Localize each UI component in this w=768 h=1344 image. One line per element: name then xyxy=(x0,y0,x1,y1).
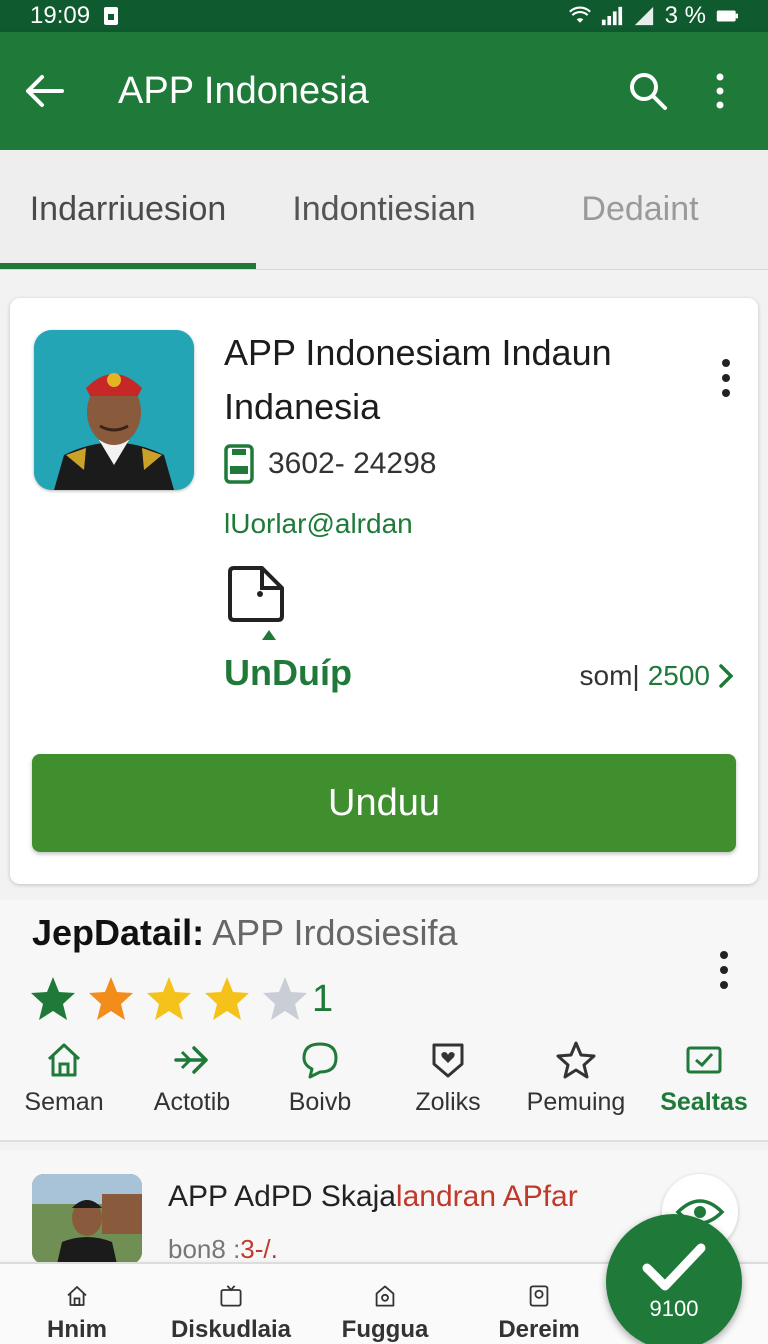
tv-icon xyxy=(220,1285,242,1307)
sim-card-icon xyxy=(224,444,254,484)
arrow-left-icon xyxy=(26,75,64,107)
home-icon xyxy=(67,1286,87,1306)
caret-up-icon xyxy=(262,630,276,640)
status-time: 19:09 xyxy=(30,2,91,29)
nav-tv[interactable]: Diskudlaia xyxy=(154,1264,308,1344)
chat-icon xyxy=(302,1042,338,1079)
star-outline-icon xyxy=(556,1041,596,1079)
phone-number: 3602- 24298 xyxy=(268,447,437,480)
tab-1[interactable]: Indarriuesion xyxy=(0,150,256,269)
action-boivb[interactable]: Boivb xyxy=(256,1040,384,1117)
list-item-title: APP AdPD Skajalandran APfar xyxy=(168,1180,578,1214)
fab-label: 9100 xyxy=(649,1296,699,1321)
heart-shield-icon xyxy=(432,1043,464,1078)
detail-more-button[interactable] xyxy=(704,946,744,994)
detail-header: JepDatail: APP Irdosiesifa xyxy=(32,912,458,954)
list-item-title-part1: APP AdPD Skaja xyxy=(168,1180,396,1213)
action-pemuing[interactable]: Pemuing xyxy=(512,1040,640,1117)
app-avatar xyxy=(34,330,194,490)
action-label: Seman xyxy=(24,1088,104,1116)
size-row[interactable]: som| 2500 xyxy=(580,660,734,692)
action-label: Pemuing xyxy=(526,1088,626,1116)
arrow-right-icon xyxy=(174,1046,208,1074)
action-row: Seman Actotib Boivb Zoliks Pemuing Sealt… xyxy=(0,1040,768,1117)
phone-row: 3602- 24298 xyxy=(224,444,437,484)
more-vert-icon xyxy=(720,951,728,989)
nav-location[interactable]: Fuggua xyxy=(308,1264,462,1344)
star-empty-icon xyxy=(263,977,307,1020)
signal-icon xyxy=(601,5,623,27)
location-icon xyxy=(375,1285,395,1307)
more-vert-icon xyxy=(722,359,730,397)
rating-stars: 1 xyxy=(28,974,333,1024)
more-vert-icon xyxy=(716,73,724,109)
back-button[interactable] xyxy=(24,71,64,111)
download-button[interactable]: Unduu xyxy=(32,754,736,852)
nav-label: Dereim xyxy=(498,1316,580,1343)
app-title: APP Indonesia xyxy=(118,69,369,112)
card-more-button[interactable] xyxy=(706,354,746,402)
document-icon xyxy=(228,566,284,622)
nav-home[interactable]: Hnim xyxy=(0,1264,154,1344)
star-icon xyxy=(89,977,133,1020)
fab-check-button[interactable]: 9100 xyxy=(606,1214,742,1344)
action-sealtas[interactable]: Sealtas xyxy=(640,1040,768,1117)
nav-label: Hnim xyxy=(47,1316,107,1343)
mail-icon xyxy=(686,1046,722,1074)
detail-label: JepDatail: xyxy=(32,912,205,953)
battery-percent: 3 % xyxy=(664,2,706,29)
action-label: Actotib xyxy=(153,1088,231,1116)
star-icon xyxy=(31,977,75,1020)
action-label: Boivb xyxy=(288,1088,352,1116)
nav-label: Diskudlaia xyxy=(170,1316,292,1343)
home-icon xyxy=(47,1043,81,1077)
battery-icon xyxy=(716,5,738,27)
list-item-meta-part1: bon8 : xyxy=(168,1234,241,1264)
app-card: APP Indonesiam Indaun Indanesia 3602- 24… xyxy=(10,298,758,884)
nav-bookmark[interactable]: Dereim xyxy=(462,1264,616,1344)
list-item-meta-part2: 3-/. xyxy=(240,1234,278,1264)
nav-label: Fuggua xyxy=(341,1316,429,1343)
bookmark-icon xyxy=(529,1285,549,1307)
app-name: APP Indonesiam Indaun Indanesia xyxy=(224,332,612,427)
list-item-title-part2: landran APfar xyxy=(395,1180,578,1213)
star-icon xyxy=(147,977,191,1020)
star-icon xyxy=(205,977,249,1020)
notification-icon xyxy=(100,5,122,27)
action-actotib[interactable]: Actotib xyxy=(128,1040,256,1117)
search-icon xyxy=(630,73,667,110)
search-button[interactable] xyxy=(624,67,672,115)
wifi-icon xyxy=(568,5,591,27)
tab-3[interactable]: Dedaint xyxy=(512,150,768,269)
tab-bar: Indarriuesion Indontiesian Dedaint xyxy=(0,150,768,270)
action-label: Zoliks xyxy=(415,1088,481,1116)
size-value: 2500 xyxy=(647,660,710,691)
tab-2[interactable]: Indontiesian xyxy=(256,150,512,269)
status-bar: 19:09 3 % xyxy=(0,0,768,32)
email-link[interactable]: lUorlar@alrdan xyxy=(224,508,413,540)
rating-count: 1 xyxy=(312,977,334,1020)
list-item-meta: bon8 :3-/. xyxy=(168,1234,278,1265)
signal-icon-2 xyxy=(633,5,655,27)
more-button[interactable] xyxy=(696,67,744,115)
action-zoliks[interactable]: Zoliks xyxy=(384,1040,512,1117)
check-icon xyxy=(642,1243,706,1291)
chevron-right-icon xyxy=(719,664,734,688)
list-item-thumbnail xyxy=(32,1174,142,1264)
detail-value: APP Irdosiesifa xyxy=(212,912,458,953)
detail-section: JepDatail: APP Irdosiesifa 1 Seman Actot… xyxy=(0,900,768,1142)
action-seman[interactable]: Seman xyxy=(0,1040,128,1117)
size-label: som| xyxy=(579,660,640,691)
app-bar: APP Indonesia xyxy=(0,32,768,150)
unduh-label: UnDuíp xyxy=(224,652,352,693)
action-label: Sealtas xyxy=(660,1088,748,1116)
